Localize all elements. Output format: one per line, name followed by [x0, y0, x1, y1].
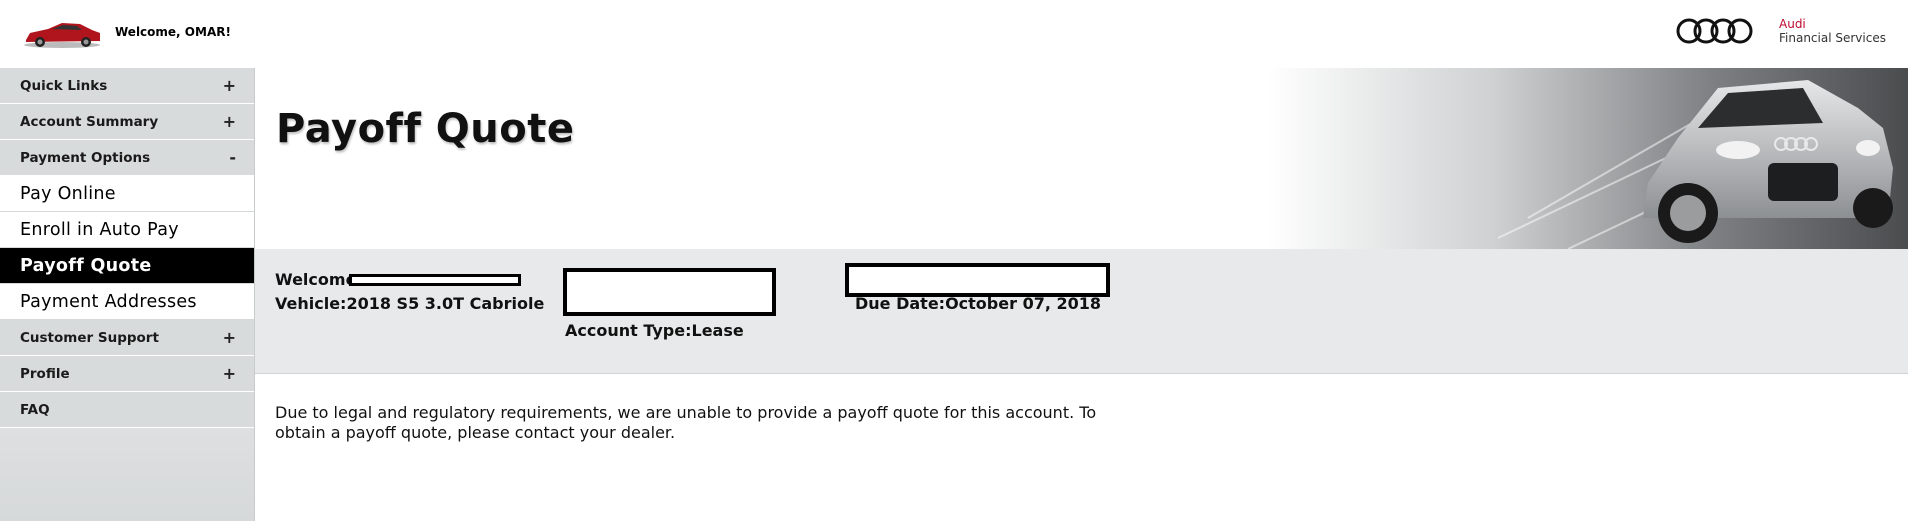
sidebar-item-payoff-quote[interactable]: Payoff Quote — [0, 248, 254, 284]
redacted-account-number — [563, 268, 776, 316]
sidebar-item-account-summary[interactable]: Account Summary + — [0, 104, 254, 140]
sidebar-item-payment-addresses[interactable]: Payment Addresses — [0, 284, 254, 320]
sidebar-nav: Quick Links + Account Summary + Payment … — [0, 68, 255, 521]
page-banner: Payoff Quote — [255, 68, 1908, 249]
sidebar-item-label: Profile — [20, 365, 70, 382]
sidebar-item-faq[interactable]: FAQ — [0, 392, 254, 428]
sidebar-item-label: Account Summary — [20, 113, 159, 130]
sidebar-item-label: Payment Addresses — [20, 291, 197, 312]
brand-subtitle: Financial Services — [1779, 31, 1886, 45]
page-title: Payoff Quote — [276, 106, 575, 152]
brand-logo-text[interactable]: Audi Financial Services — [1779, 17, 1886, 45]
sidebar-item-pay-online[interactable]: Pay Online — [0, 176, 254, 212]
red-car-thumbnail-icon — [24, 23, 100, 48]
sidebar-item-label: Enroll in Auto Pay — [20, 219, 179, 240]
sidebar-item-label: Customer Support — [20, 329, 159, 346]
sidebar-item-payment-options[interactable]: Payment Options - — [0, 140, 254, 176]
sidebar-item-quick-links[interactable]: Quick Links + — [0, 68, 254, 104]
sidebar-item-label: Payoff Quote — [20, 255, 152, 276]
account-type-info: Account Type:Lease — [565, 321, 744, 340]
brand-name: Audi — [1779, 17, 1806, 31]
sidebar-item-label: FAQ — [20, 401, 50, 418]
expand-plus-icon[interactable]: + — [223, 76, 236, 95]
sidebar-item-profile[interactable]: Profile + — [0, 356, 254, 392]
payoff-notice-text: Due to legal and regulatory requirements… — [275, 403, 1097, 442]
account-info-panel: Welcome: Vehicle:2018 S5 3.0T Cabriole A… — [255, 249, 1908, 374]
header-welcome-text: Welcome, OMAR! — [115, 25, 231, 39]
redacted-name — [349, 274, 521, 286]
sidebar-item-enroll-auto-pay[interactable]: Enroll in Auto Pay — [0, 212, 254, 248]
silver-car-banner-image — [1268, 68, 1908, 249]
expand-plus-icon[interactable]: + — [223, 364, 236, 383]
site-header: Welcome, OMAR! Audi Financial Services — [0, 0, 1908, 68]
sidebar-item-label: Quick Links — [20, 77, 108, 94]
collapse-minus-icon[interactable]: - — [229, 148, 236, 167]
redacted-field — [845, 263, 1110, 297]
sidebar-item-label: Pay Online — [20, 183, 116, 204]
expand-plus-icon[interactable]: + — [223, 328, 236, 347]
audi-rings-icon[interactable] — [1676, 16, 1754, 46]
sidebar-item-customer-support[interactable]: Customer Support + — [0, 320, 254, 356]
expand-plus-icon[interactable]: + — [223, 112, 236, 131]
vehicle-info: Vehicle:2018 S5 3.0T Cabriole — [275, 294, 545, 313]
due-date-info: Due Date:October 07, 2018 — [855, 294, 1102, 313]
sidebar-item-label: Payment Options — [20, 149, 151, 166]
